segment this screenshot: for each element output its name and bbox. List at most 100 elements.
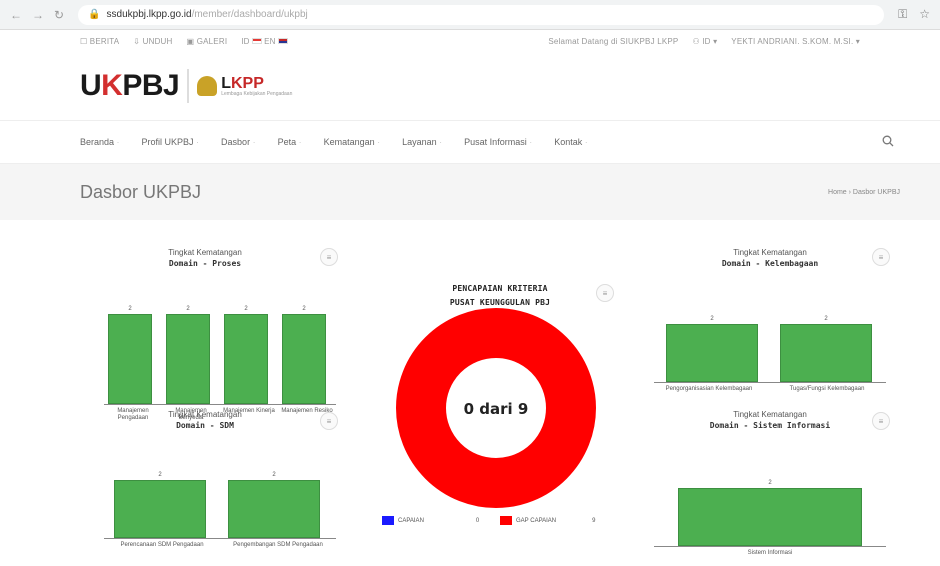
nav-kontak[interactable]: Kontak (554, 137, 588, 147)
star-icon[interactable]: ☆ (919, 7, 930, 22)
account-menu[interactable]: ⚇ ID ▾ (692, 37, 717, 46)
browser-actions: ⚿ ☆ (898, 7, 930, 22)
bar[interactable] (166, 314, 210, 404)
menu-button[interactable]: ≡ (872, 412, 890, 430)
bar-group: 2 (666, 316, 758, 382)
bar-group: 2 (678, 480, 862, 546)
user-menu[interactable]: YEKTI ANDRIANI. S.KOM. M.SI. ▾ (731, 37, 860, 46)
bar[interactable] (114, 480, 206, 538)
x-tick-label: Pengorganisasian Kelembagaan (665, 386, 753, 392)
panel-title: Tingkat Kematangan Domain - Proses (168, 248, 242, 268)
bar-value-label: 2 (710, 316, 714, 322)
x-tick-label: Tugas/Fungsi Kelembagaan (789, 386, 865, 392)
bar-value-label: 2 (128, 306, 132, 312)
nav-pusat-informasi[interactable]: Pusat Informasi (464, 137, 532, 147)
x-tick-label: Perencanaan SDM Pengadaan (120, 542, 204, 548)
flag-en-icon (277, 38, 288, 45)
welcome-text: Selamat Datang di SIUKPBJ LKPP (548, 36, 679, 46)
bar-group: 2 (166, 306, 210, 404)
garuda-icon (197, 76, 218, 96)
flag-id-icon (251, 38, 262, 45)
nav-dasbor[interactable]: Dasbor (221, 137, 256, 147)
legend-capaian[interactable]: CAPAIAN 0 (382, 516, 479, 525)
donut-chart: 0 dari 9 (396, 308, 596, 508)
bar[interactable] (108, 314, 152, 404)
back-icon[interactable]: ← (10, 8, 22, 22)
reload-icon[interactable]: ↻ (54, 8, 64, 22)
bars-sdm: 22 (114, 470, 342, 538)
legend-swatch-gap (500, 516, 512, 525)
bar[interactable] (282, 314, 326, 404)
bar[interactable] (224, 314, 268, 404)
address-bar[interactable]: 🔒 ssdukpbj.lkpp.go.id /member/dashboard/… (78, 4, 885, 25)
nav-beranda[interactable]: Beranda (80, 137, 120, 147)
menu-button[interactable]: ≡ (320, 412, 338, 430)
main-navigation: Beranda Profil UKPBJ Dasbor Peta Kematan… (0, 120, 940, 164)
chart-panel-kriteria: PENCAPAIAN KRITERIA PUSAT KEUNGGULAN PBJ… (380, 270, 620, 566)
lkpp-logo[interactable]: LKPP Lembaga Kebijakan Pengadaan (187, 69, 292, 103)
url-host: ssdukpbj.lkpp.go.id (106, 9, 192, 20)
url-path: /member/dashboard/ukpbj (191, 9, 308, 20)
bar-group: 2 (282, 306, 326, 404)
dashboard-content: Tingkat Kematangan Domain - Proses ≡ 222… (0, 220, 940, 566)
x-labels-sdm: Perencanaan SDM Pengadaan Pengembangan SD… (104, 542, 336, 549)
menu-button[interactable]: ≡ (872, 248, 890, 266)
chart-panel-sdm: Tingkat Kematangan Domain - SDM ≡ 22 Per… (100, 410, 340, 566)
chart-panel-sistem-informasi: Tingkat Kematangan Domain - Sistem Infor… (650, 410, 900, 566)
bar-group: 2 (228, 472, 320, 538)
bar[interactable] (678, 488, 862, 546)
key-icon[interactable]: ⚿ (898, 7, 907, 22)
bar[interactable] (780, 324, 872, 382)
chart-panel-kelembagaan: Tingkat Kematangan Domain - Kelembagaan … (650, 248, 900, 418)
lang-en[interactable]: EN (264, 37, 276, 46)
bars-kelembagaan: 22 (666, 314, 894, 382)
lang-id[interactable]: ID (241, 37, 249, 46)
bar[interactable] (666, 324, 758, 382)
x-labels-sistem: Sistem Informasi (678, 550, 862, 557)
nav-kematangan[interactable]: Kematangan (324, 137, 381, 147)
menu-button[interactable]: ≡ (320, 248, 338, 266)
unduh-link[interactable]: ⇩ UNDUH (133, 37, 172, 46)
bars-proses: 2 2 2 2 (108, 304, 340, 404)
search-icon[interactable] (882, 134, 894, 150)
bar-group: 2 (114, 472, 206, 538)
x-axis (654, 382, 886, 383)
forward-icon[interactable]: → (32, 8, 44, 22)
x-axis (654, 546, 886, 547)
language-switch[interactable]: ID EN (241, 37, 288, 46)
legend-gap-capaian[interactable]: GAP CAPAIAN 9 (500, 516, 595, 525)
browser-toolbar: ← → ↻ 🔒 ssdukpbj.lkpp.go.id /member/dash… (0, 0, 940, 30)
legend-swatch-capaian (382, 516, 394, 525)
panel-title: Tingkat Kematangan Domain - Kelembagaan (721, 248, 819, 268)
galeri-link[interactable]: ▣ GALERI (187, 37, 228, 46)
browser-nav: ← → ↻ (10, 8, 64, 22)
nav-layanan[interactable]: Layanan (402, 137, 442, 147)
panel-title: Tingkat Kematangan Domain - Sistem Infor… (709, 410, 831, 430)
bar-value-label: 2 (244, 306, 248, 312)
page-title: Dasbor UKPBJ (80, 181, 202, 202)
panel-title: Tingkat Kematangan Domain - SDM (168, 410, 242, 430)
bar-value-label: 2 (768, 480, 772, 486)
bar-value-label: 2 (272, 472, 276, 478)
donut-center-label: 0 dari 9 (464, 400, 529, 418)
x-tick-label: Pengembangan SDM Pengadaan (233, 542, 323, 548)
lock-icon: 🔒 (88, 9, 101, 20)
breadcrumb[interactable]: Home › Dasbor UKPBJ (828, 189, 900, 196)
bar-value-label: 2 (186, 306, 190, 312)
bar-value-label: 2 (302, 306, 306, 312)
bar-group: 2 (108, 306, 152, 404)
x-labels-kelembagaan: Pengorganisasian Kelembagaan Tugas/Fungsi… (650, 386, 886, 393)
bar[interactable] (228, 480, 320, 538)
nav-profil-ukpbj[interactable]: Profil UKPBJ (142, 137, 200, 147)
page-title-bar: Dasbor UKPBJ Home › Dasbor UKPBJ (0, 164, 940, 220)
header-logo-row: UKPBJ LKPP Lembaga Kebijakan Pengadaan (0, 52, 940, 120)
bar-group: 2 (224, 306, 268, 404)
nav-peta[interactable]: Peta (278, 137, 302, 147)
bars-sistem: 2 (678, 478, 862, 546)
ukpbj-logo[interactable]: UKPBJ (80, 69, 180, 103)
utility-bar: ☐ BERITA ⇩ UNDUH ▣ GALERI ID EN Selamat … (0, 30, 940, 52)
bar-group: 2 (780, 316, 872, 382)
bar-value-label: 2 (824, 316, 828, 322)
menu-button[interactable]: ≡ (596, 284, 614, 302)
berita-link[interactable]: ☐ BERITA (80, 37, 119, 46)
